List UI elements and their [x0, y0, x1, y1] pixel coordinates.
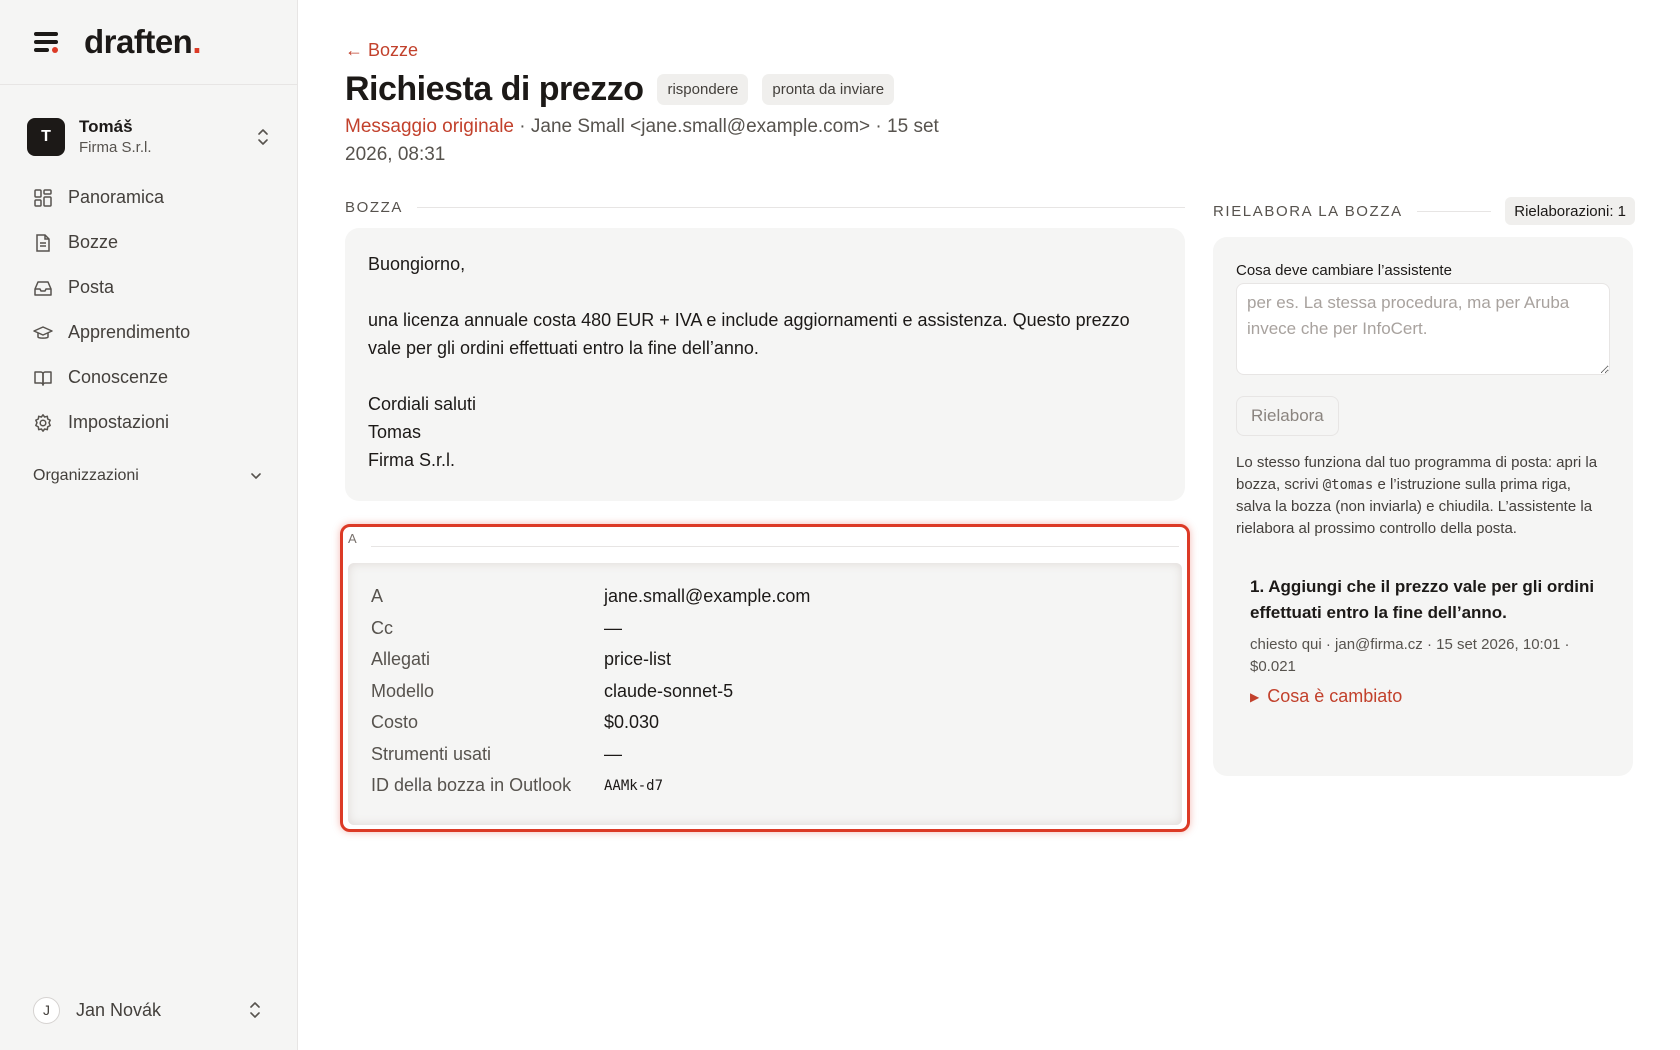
detail-key: ID della bozza in Outlook: [371, 775, 572, 796]
rework-section-label: RIELABORA LA BOZZA: [1213, 202, 1403, 220]
user-name: Jan Novák: [76, 999, 162, 1020]
rework-help-text: Lo stesso funziona dal tuo programma di …: [1236, 452, 1610, 540]
account-avatar: T: [27, 118, 65, 156]
inbox-icon: [34, 280, 52, 296]
rework-field-label: Cosa deve cambiare l’assistente: [1236, 262, 1452, 279]
draft-body: Buongiorno, una licenza annuale costa 48…: [345, 228, 1185, 501]
detail-row-outlook-id: ID della bozza in Outlook AAMk-d7: [371, 770, 1159, 802]
account-name: Tomáš: [79, 117, 133, 136]
detail-row-model: Modello claude-sonnet-5: [371, 676, 1159, 708]
sidebar-item-impostazioni[interactable]: Impostazioni: [0, 400, 297, 445]
detail-value: claude-sonnet-5: [604, 680, 734, 701]
sidebar-item-apprendimento[interactable]: Apprendimento: [0, 310, 297, 355]
rework-section-header: RIELABORA LA BOZZA Rielaborazioni: 1: [1213, 196, 1635, 226]
organizations-label: Organizzazioni: [33, 467, 139, 484]
sidebar-item-label: Apprendimento: [68, 322, 191, 342]
detail-value: —: [604, 617, 622, 638]
sidebar-item-label: Impostazioni: [68, 412, 170, 432]
graduation-cap-icon: [33, 325, 53, 339]
sidebar-nav: Panoramica Bozze Posta Apprendimento Con…: [0, 175, 297, 445]
detail-row-tools: Strumenti usati —: [371, 739, 1159, 771]
history-item-title: 1. Aggiungi che il prezzo vale per gli o…: [1250, 577, 1595, 622]
logo-row: draften.: [0, 0, 297, 85]
detail-value: jane.small@example.com: [604, 586, 811, 607]
message-meta: Messaggio originale · Jane Small <jane.s…: [345, 113, 985, 169]
divider: [417, 206, 1185, 208]
type-badge: rispondere: [657, 74, 749, 105]
organizations-toggle[interactable]: Organizzazioni: [33, 463, 263, 489]
account-switcher[interactable]: T Tomáš Firma S.r.l.: [27, 115, 271, 159]
detail-key: Costo: [371, 712, 419, 733]
detail-row-attachments: Allegati price-list: [371, 644, 1159, 676]
status-badge: pronta da inviare: [762, 74, 895, 105]
sidebar-item-label: Panoramica: [68, 187, 165, 207]
page-title: Richiesta di prezzo: [345, 70, 644, 108]
draft-text: Buongiorno, una licenza annuale costa 48…: [368, 254, 1130, 470]
account-org: Firma S.r.l.: [79, 139, 152, 156]
divider: [371, 546, 1179, 547]
detail-value: AAMk-d7: [604, 777, 664, 794]
rework-instruction-input[interactable]: [1236, 283, 1610, 375]
detail-value: —: [604, 743, 622, 764]
sidebar-item-label: Posta: [68, 277, 115, 297]
divider: [1416, 210, 1492, 212]
back-to-drafts-link[interactable]: ← Bozze: [345, 40, 418, 61]
detail-row-cost: Costo $0.030: [371, 707, 1159, 739]
chevron-down-icon: [251, 473, 261, 479]
brand-logo[interactable]: draften.: [84, 23, 201, 61]
sidebar-item-bozze[interactable]: Bozze: [0, 220, 297, 265]
book-icon: [34, 370, 52, 386]
sidebar: draften. T Tomáš Firma S.r.l. Panoramica…: [0, 0, 298, 1050]
draft-section-header: BOZZA: [345, 196, 1185, 218]
sidebar-item-conoscenze[interactable]: Conoscenze: [0, 355, 297, 400]
detail-key: Allegati: [371, 649, 431, 670]
chevron-up-down-icon: [247, 1000, 263, 1020]
chevron-up-down-icon: [255, 127, 271, 147]
draft-details-card: A jane.small@example.com Cc — Allegati p…: [348, 563, 1182, 825]
detail-value: $0.030: [604, 712, 660, 733]
original-message-link[interactable]: Messaggio originale: [345, 116, 514, 137]
detail-row-to: A jane.small@example.com: [371, 581, 1159, 613]
detail-key: Cc: [371, 617, 393, 638]
rework-history: 1. Aggiungi che il prezzo vale per gli o…: [1236, 574, 1610, 707]
sidebar-item-label: Conoscenze: [68, 367, 169, 387]
detail-value: price-list: [604, 649, 672, 670]
draft-section-label: BOZZA: [345, 198, 404, 216]
rework-count-badge: Rielaborazioni: 1: [1505, 197, 1635, 225]
menu-icon[interactable]: [34, 31, 60, 53]
rework-button[interactable]: Rielabora: [1236, 396, 1339, 436]
user-menu[interactable]: J Jan Novák: [33, 994, 263, 1026]
document-icon: [36, 233, 50, 252]
sidebar-item-panoramica[interactable]: Panoramica: [0, 175, 297, 220]
detail-key: A: [371, 586, 384, 607]
details-section-label: A: [348, 531, 357, 546]
mention-code: @tomas: [1322, 477, 1374, 493]
gear-icon: [35, 413, 51, 432]
detail-key: Strumenti usati: [371, 743, 492, 764]
detail-key: Modello: [371, 680, 435, 701]
sidebar-item-label: Bozze: [68, 232, 119, 252]
history-item-meta: chiesto qui · jan@firma.cz · 15 set 2026…: [1250, 636, 1570, 675]
draft-details-panel: A A jane.small@example.com Cc — Allegati…: [340, 524, 1190, 832]
rework-panel: Cosa deve cambiare l’assistente Rielabor…: [1213, 237, 1633, 776]
what-changed-label: Cosa è cambiato: [1267, 686, 1403, 706]
what-changed-toggle[interactable]: ▶ Cosa è cambiato: [1250, 686, 1610, 707]
title-row: Richiesta di prezzo rispondere pronta da…: [345, 70, 895, 109]
triangle-right-icon: ▶: [1250, 689, 1260, 704]
main-content: ← Bozze Richiesta di prezzo rispondere p…: [340, 0, 1680, 1050]
user-avatar: J: [33, 996, 60, 1024]
detail-row-cc: Cc —: [371, 613, 1159, 645]
grid-icon: [34, 188, 52, 207]
sidebar-item-posta[interactable]: Posta: [0, 265, 297, 310]
